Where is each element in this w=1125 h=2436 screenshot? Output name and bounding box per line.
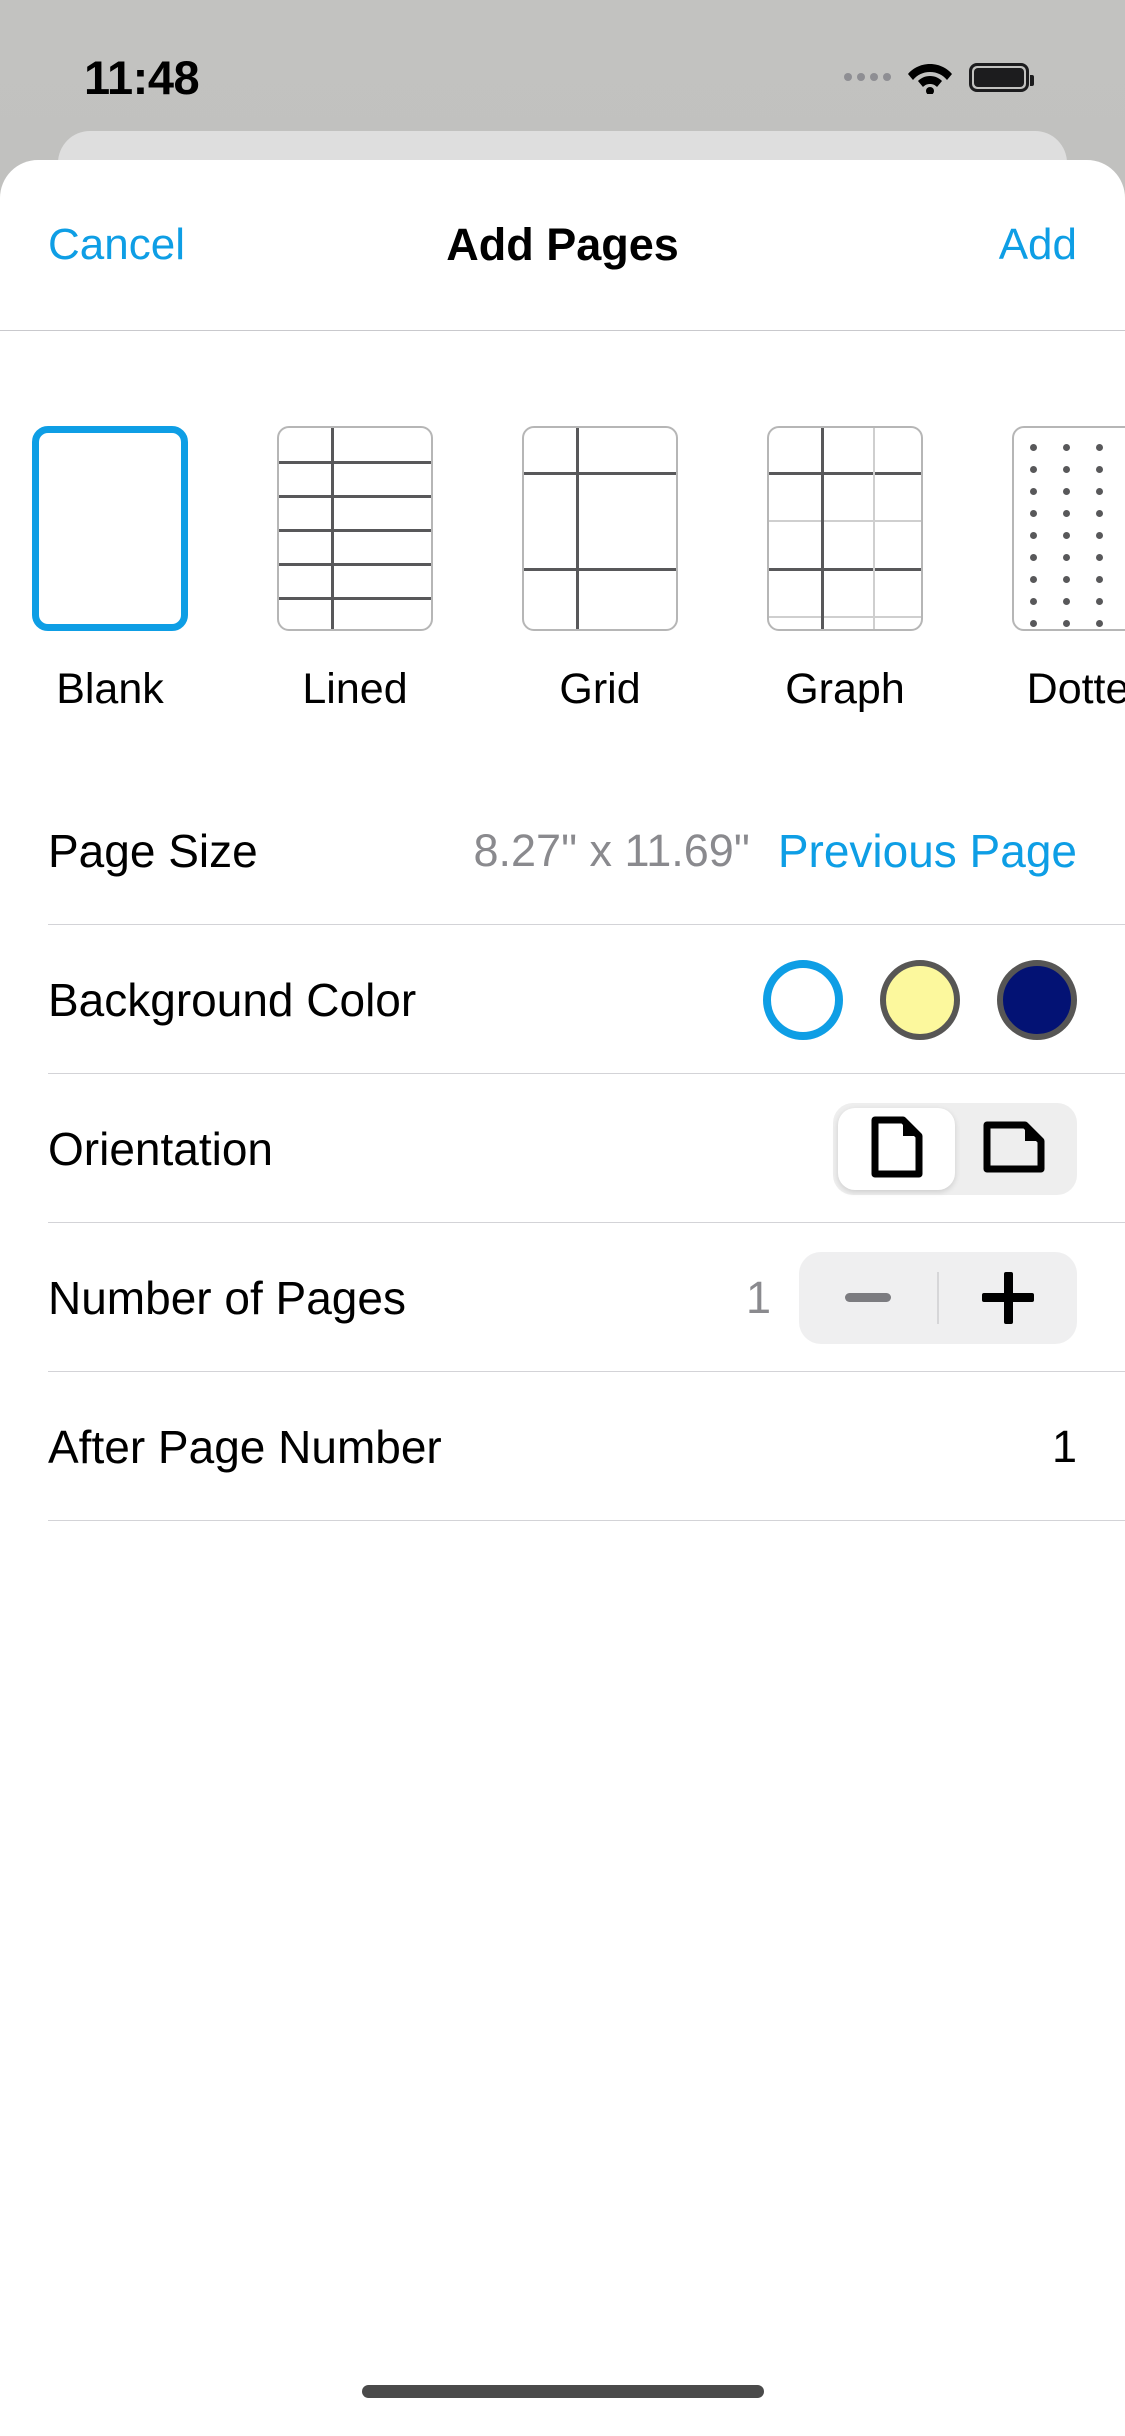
- row-background-color: Background Color: [0, 925, 1125, 1074]
- row-after-page-number[interactable]: After Page Number 1: [0, 1372, 1125, 1521]
- template-label-lined: Lined: [277, 665, 433, 714]
- grid-dot: [1096, 620, 1103, 627]
- plus-icon: [982, 1272, 1034, 1324]
- sheet-navigation-bar: Cancel Add Pages Add: [0, 160, 1125, 331]
- template-label-grid: Grid: [522, 665, 678, 714]
- grid-dot: [1096, 466, 1103, 473]
- grid-dot: [1063, 510, 1070, 517]
- signal-dots-icon: [844, 73, 891, 81]
- grid-dot: [1096, 488, 1103, 495]
- after-page-number-label: After Page Number: [48, 1420, 442, 1474]
- grid-dot: [1030, 598, 1037, 605]
- page-portrait-icon: [871, 1116, 923, 1181]
- grid-dot: [1096, 444, 1103, 451]
- status-bar-indicators: [844, 60, 1029, 94]
- grid-dot: [1096, 510, 1103, 517]
- color-swatch-yellow[interactable]: [880, 960, 960, 1040]
- wifi-icon: [907, 60, 953, 94]
- grid-dot: [1063, 620, 1070, 627]
- number-of-pages-label: Number of Pages: [48, 1271, 406, 1325]
- background-color-swatches[interactable]: [763, 960, 1077, 1040]
- template-thumbnail-graph: [767, 426, 923, 631]
- settings-list: Page Size 8.27" x 11.69" Previous Page B…: [0, 776, 1125, 1521]
- background-color-label: Background Color: [48, 973, 416, 1027]
- grid-dot: [1096, 576, 1103, 583]
- grid-dot: [1096, 598, 1103, 605]
- page-size-label: Page Size: [48, 824, 258, 878]
- minus-icon: [845, 1293, 891, 1302]
- home-indicator[interactable]: [362, 2385, 764, 2398]
- decrement-pages-button[interactable]: [799, 1252, 937, 1344]
- grid-dot: [1030, 576, 1037, 583]
- template-label-blank: Blank: [32, 665, 188, 714]
- template-thumbnail-lined: [277, 426, 433, 631]
- grid-dot: [1063, 466, 1070, 473]
- add-button[interactable]: Add: [999, 220, 1077, 270]
- color-swatch-white[interactable]: [763, 960, 843, 1040]
- number-of-pages-value: 1: [746, 1272, 771, 1324]
- template-option-grid[interactable]: Grid: [522, 426, 678, 714]
- template-option-graph[interactable]: Graph: [767, 426, 923, 714]
- grid-dot: [1063, 488, 1070, 495]
- grid-dot: [1063, 444, 1070, 451]
- template-option-dotted[interactable]: Dotted: [1012, 426, 1125, 714]
- orientation-landscape-button[interactable]: [955, 1108, 1072, 1190]
- row-page-size[interactable]: Page Size 8.27" x 11.69" Previous Page: [0, 776, 1125, 925]
- page-landscape-icon: [983, 1121, 1045, 1176]
- grid-dot: [1030, 554, 1037, 561]
- color-swatch-navy[interactable]: [997, 960, 1077, 1040]
- grid-dot: [1030, 532, 1037, 539]
- template-label-graph: Graph: [767, 665, 923, 714]
- template-label-dotted: Dotted: [1012, 665, 1125, 714]
- grid-dot: [1096, 554, 1103, 561]
- grid-dot: [1063, 532, 1070, 539]
- orientation-segmented-control[interactable]: [833, 1103, 1077, 1195]
- after-page-number-value: 1: [1052, 1421, 1077, 1473]
- orientation-label: Orientation: [48, 1122, 273, 1176]
- grid-dot: [1063, 554, 1070, 561]
- template-thumbnail-grid: [522, 426, 678, 631]
- previous-page-button[interactable]: Previous Page: [778, 824, 1077, 878]
- status-bar: 11:48: [0, 0, 1125, 132]
- grid-dot: [1030, 488, 1037, 495]
- grid-dot: [1096, 532, 1103, 539]
- page-template-gallery[interactable]: Blank Lined Grid: [0, 331, 1125, 714]
- orientation-portrait-button[interactable]: [838, 1108, 955, 1190]
- grid-dot: [1030, 510, 1037, 517]
- cancel-button[interactable]: Cancel: [48, 220, 185, 270]
- template-option-lined[interactable]: Lined: [277, 426, 433, 714]
- grid-dot: [1030, 466, 1037, 473]
- status-bar-time: 11:48: [84, 50, 199, 105]
- grid-dot: [1030, 444, 1037, 451]
- template-option-blank[interactable]: Blank: [32, 426, 188, 714]
- add-pages-sheet: Cancel Add Pages Add Blank Lined: [0, 160, 1125, 2436]
- grid-dot: [1063, 598, 1070, 605]
- template-thumbnail-dotted: [1012, 426, 1125, 631]
- battery-full-icon: [969, 63, 1029, 92]
- increment-pages-button[interactable]: [939, 1252, 1077, 1344]
- row-number-of-pages: Number of Pages 1: [0, 1223, 1125, 1372]
- number-of-pages-stepper[interactable]: [799, 1252, 1077, 1344]
- row-orientation: Orientation: [0, 1074, 1125, 1223]
- grid-dot: [1030, 620, 1037, 627]
- page-size-value: 8.27" x 11.69": [474, 825, 750, 877]
- template-thumbnail-blank: [32, 426, 188, 631]
- grid-dot: [1063, 576, 1070, 583]
